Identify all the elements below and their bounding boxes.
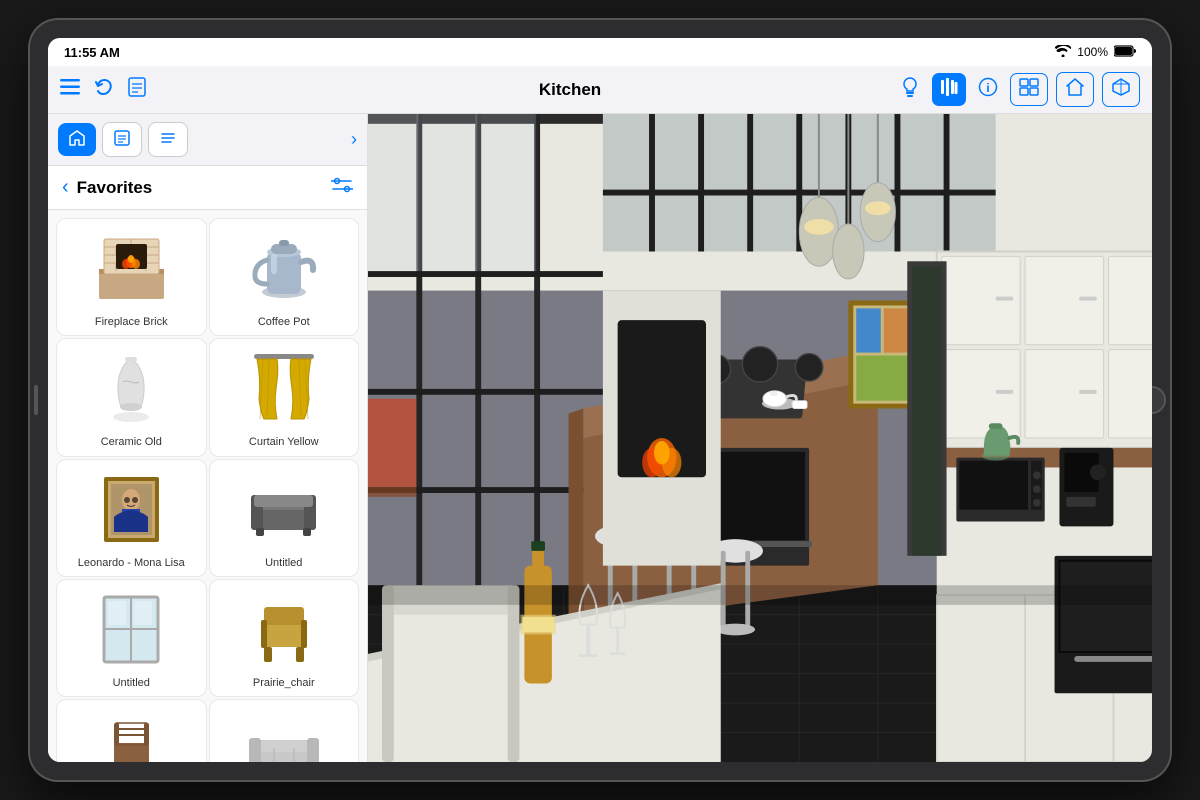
sidebar-header: ‹ Favorites <box>48 166 367 210</box>
list-item[interactable]: Coffee Pot <box>209 218 360 336</box>
tab-floor-plan[interactable] <box>58 123 96 156</box>
item-label: Prairie_chair <box>253 676 315 690</box>
list-item[interactable]: Untitled <box>56 579 207 697</box>
list-item[interactable]: Prairie_chair <box>209 579 360 697</box>
battery-percent: 100% <box>1077 45 1108 59</box>
home-plan-icon[interactable] <box>1056 72 1094 107</box>
items-grid: Fireplace Brick <box>48 210 367 762</box>
menu-icon[interactable] <box>60 79 80 100</box>
nav-title: Kitchen <box>220 80 920 100</box>
item-thumbnail <box>91 590 171 670</box>
item-label: Untitled <box>113 676 150 690</box>
kitchen-scene-svg <box>368 114 1152 762</box>
item-thumbnail <box>91 229 171 309</box>
tab-design[interactable] <box>102 122 142 157</box>
wifi-icon <box>1055 45 1071 60</box>
nav-left <box>60 77 220 102</box>
item-thumbnail <box>91 710 171 762</box>
list-item[interactable]: Sofa3x_amazing <box>209 699 360 762</box>
3d-view[interactable] <box>368 114 1152 762</box>
item-thumbnail <box>244 349 324 429</box>
item-label: Curtain Yellow <box>249 435 319 449</box>
item-label: Ceramic Old <box>101 435 162 449</box>
side-button[interactable] <box>34 385 38 415</box>
svg-text:i: i <box>986 81 989 95</box>
sidebar-tabs: › <box>48 114 367 166</box>
nav-right: i <box>920 72 1140 107</box>
lightbulb-icon[interactable] <box>896 72 924 107</box>
document-icon[interactable] <box>128 77 146 102</box>
undo-icon[interactable] <box>94 77 114 102</box>
layout-2d-icon[interactable] <box>1010 73 1048 106</box>
nav-bar: Kitchen i <box>48 66 1152 114</box>
item-thumbnail <box>244 710 324 762</box>
sidebar: › ‹ Favorites <box>48 114 368 762</box>
item-thumbnail <box>244 470 324 550</box>
list-item[interactable]: Untitled <box>209 459 360 577</box>
main-content: › ‹ Favorites <box>48 114 1152 762</box>
ipad-frame: 11:55 AM 100% <box>30 20 1170 780</box>
status-icons: 100% <box>1055 45 1136 60</box>
tab-list[interactable] <box>148 122 188 157</box>
info-icon[interactable]: i <box>974 73 1002 106</box>
item-label: Leonardo - Mona Lisa <box>78 556 185 570</box>
status-bar: 11:55 AM 100% <box>48 38 1152 66</box>
item-label: Fireplace Brick <box>95 315 168 329</box>
item-label: Untitled <box>265 556 302 570</box>
sidebar-title: Favorites <box>77 178 331 198</box>
tab-more-icon[interactable]: › <box>351 129 357 150</box>
filter-settings-icon[interactable] <box>331 176 353 199</box>
status-time: 11:55 AM <box>64 45 120 60</box>
item-thumbnail <box>244 229 324 309</box>
list-item[interactable]: Curtain Yellow <box>209 338 360 456</box>
item-thumbnail <box>244 590 324 670</box>
ipad-screen: 11:55 AM 100% <box>48 38 1152 762</box>
list-item[interactable]: Leonardo - Mona Lisa <box>56 459 207 577</box>
list-item[interactable]: Fireplace Brick <box>56 218 207 336</box>
item-thumbnail <box>91 470 171 550</box>
list-item[interactable]: Ceramic Old <box>56 338 207 456</box>
battery-icon <box>1114 45 1136 60</box>
back-button[interactable]: ‹ <box>62 176 69 199</box>
3d-view-icon[interactable] <box>1102 72 1140 107</box>
item-label: Coffee Pot <box>258 315 310 329</box>
item-thumbnail <box>91 349 171 429</box>
library-icon[interactable] <box>932 73 966 106</box>
list-item[interactable]: Chair_002 <box>56 699 207 762</box>
